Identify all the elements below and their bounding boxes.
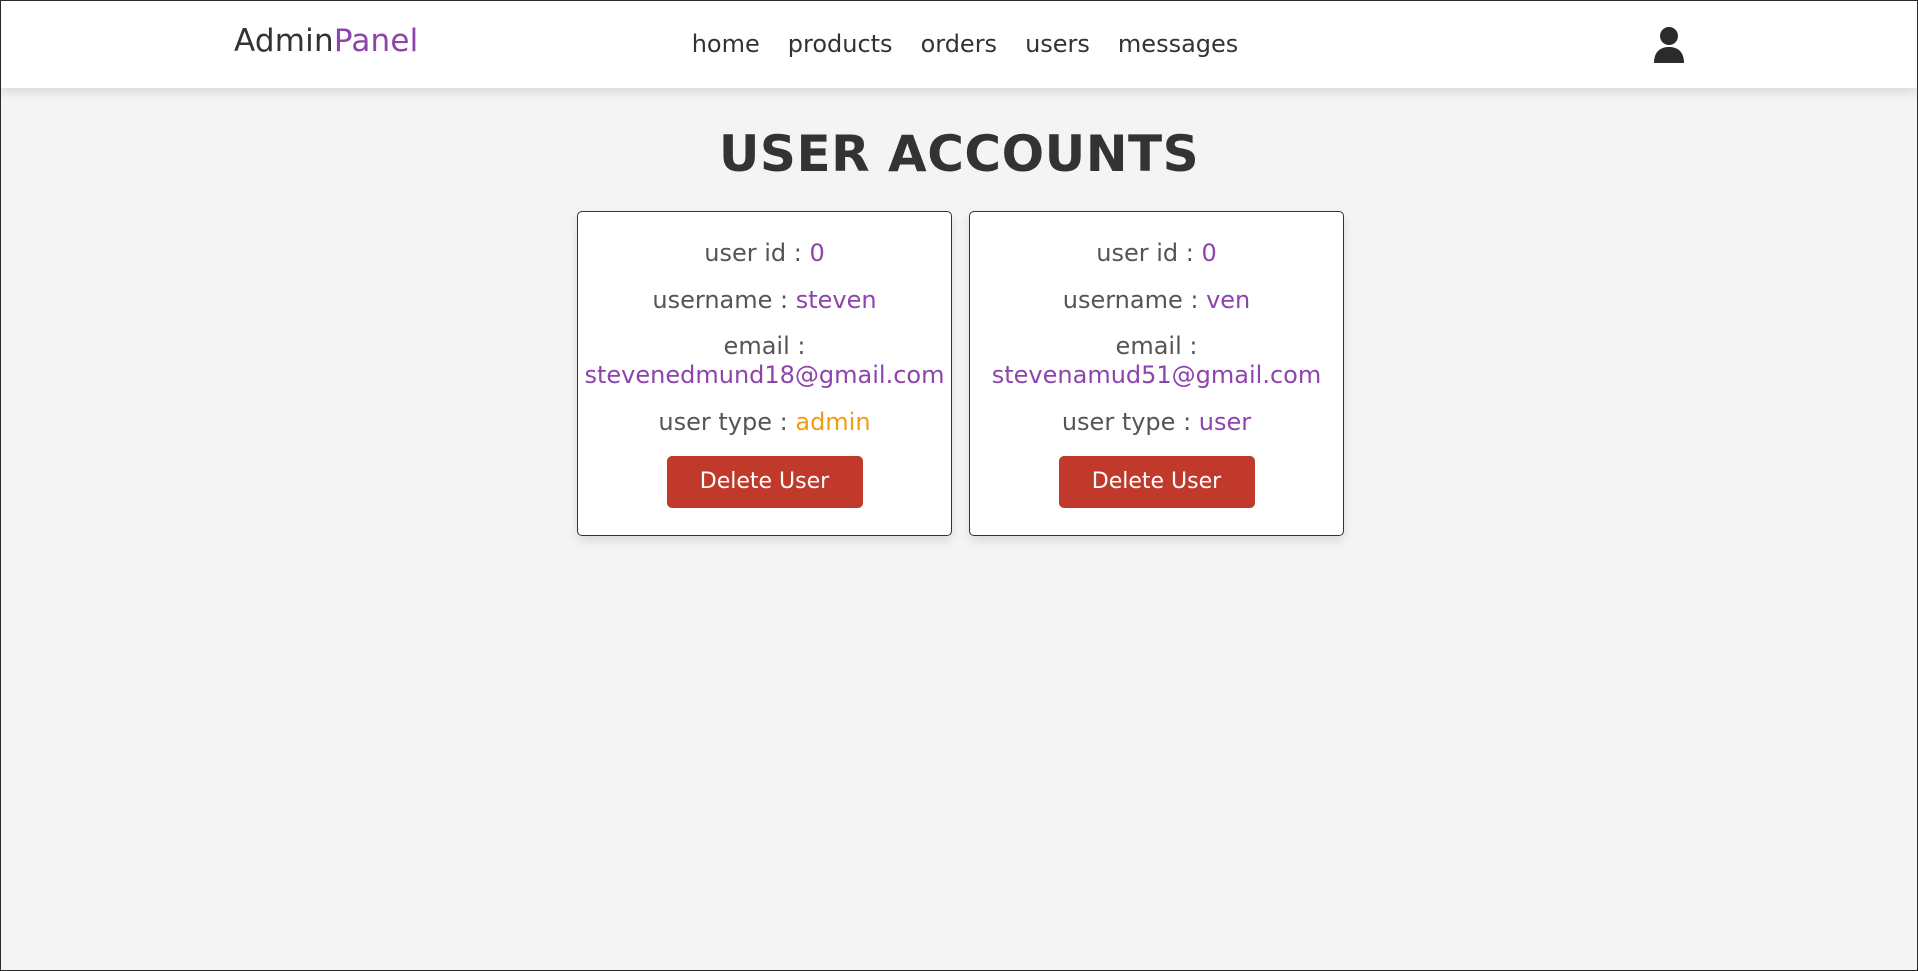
nav-link-home[interactable]: home <box>692 29 760 59</box>
email-field: email : stevenedmund18@gmail.com <box>578 332 951 390</box>
user-card: user id : 0 username : ven email : steve… <box>969 211 1344 536</box>
username-label: username : <box>1062 286 1207 314</box>
user-type-label: user type : <box>658 408 796 436</box>
page-title: USER ACCOUNTS <box>718 125 1200 183</box>
user-icon[interactable] <box>1653 26 1685 64</box>
user-type-label: user type : <box>1061 408 1199 436</box>
username-value: steven <box>795 286 877 314</box>
user-id-field: user id : 0 <box>578 238 951 268</box>
user-card: user id : 0 username : steven email : st… <box>577 211 952 536</box>
nav-link-products[interactable]: products <box>788 29 893 59</box>
username-value: ven <box>1206 286 1251 314</box>
email-value: stevenedmund18@gmail.com <box>584 361 945 389</box>
user-id-label: user id : <box>704 239 810 267</box>
user-type-field: user type : user <box>970 407 1343 437</box>
user-id-label: user id : <box>1096 239 1202 267</box>
email-label: email : <box>723 332 806 360</box>
email-value: stevenamud51@gmail.com <box>991 361 1322 389</box>
user-type-value: user <box>1198 408 1252 436</box>
user-icon-graphic <box>1654 27 1684 63</box>
username-field: username : ven <box>970 285 1343 315</box>
user-accounts-container: user id : 0 username : steven email : st… <box>1 211 1917 536</box>
email-field: email : stevenamud51@gmail.com <box>970 332 1343 390</box>
header: AdminPanel home products orders users me… <box>1 1 1917 88</box>
user-id-field: user id : 0 <box>970 238 1343 268</box>
username-field: username : steven <box>578 285 951 315</box>
delete-user-button[interactable]: Delete User <box>666 456 863 508</box>
user-type-value: admin <box>795 408 871 436</box>
username-label: username : <box>652 286 796 314</box>
delete-user-button[interactable]: Delete User <box>1058 456 1255 508</box>
user-id-value: 0 <box>809 239 825 267</box>
user-id-value: 0 <box>1201 239 1217 267</box>
nav-link-messages[interactable]: messages <box>1118 29 1238 59</box>
user-type-field: user type : admin <box>578 407 951 437</box>
navbar: home products orders users messages <box>1 29 1917 59</box>
page: AdminPanel home products orders users me… <box>0 0 1918 971</box>
nav-link-orders[interactable]: orders <box>921 29 998 59</box>
email-label: email : <box>1115 332 1198 360</box>
nav-link-users[interactable]: users <box>1025 29 1090 59</box>
